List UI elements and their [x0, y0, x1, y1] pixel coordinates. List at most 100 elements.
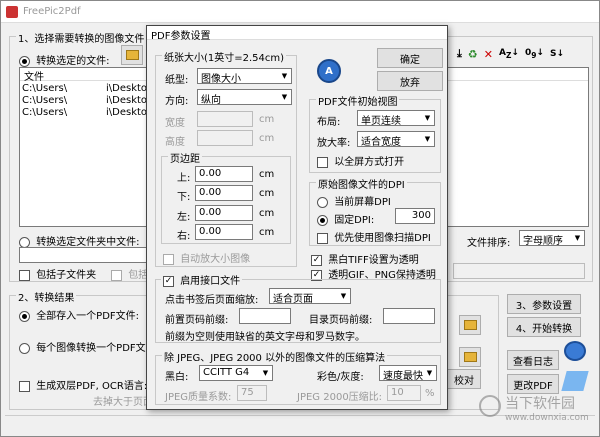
view-log-button[interactable]: 查看日志 — [507, 350, 559, 370]
proof-button[interactable]: 校对 — [447, 369, 481, 389]
height-input[interactable] — [197, 130, 253, 146]
folder-path-input[interactable] — [19, 247, 149, 263]
folder-open-icon — [125, 50, 139, 60]
sort-label: 文件排序: — [467, 238, 511, 249]
start-button[interactable]: 4、开始转换 — [507, 317, 581, 337]
interface-enable-box[interactable]: ✓ — [163, 275, 174, 287]
height-unit: cm — [259, 133, 275, 144]
tiff-transparent-box[interactable]: ✓ — [311, 254, 322, 266]
dpi-prefer-scan-box[interactable] — [317, 232, 328, 244]
bw-select-value: CCITT G4 — [203, 367, 250, 378]
margin-bottom-label: 下: — [177, 192, 191, 203]
open-files-button[interactable] — [121, 45, 143, 65]
margin-top-label: 上: — [177, 173, 191, 184]
list-item[interactable]: C:\Users\ — [22, 95, 67, 106]
orient-select-value: 纵向 — [201, 95, 221, 105]
params-button[interactable]: 3、参数设置 — [507, 294, 581, 314]
margin-top-input[interactable]: 0.00 — [195, 166, 253, 182]
chevron-down-icon: ▼ — [421, 111, 434, 125]
ok-button[interactable]: 确定 — [377, 48, 443, 68]
chk-subfolders-box[interactable] — [19, 269, 30, 281]
dpi-value-input[interactable]: 300 — [395, 208, 435, 224]
sort-size-icon[interactable]: S↓ — [550, 49, 564, 59]
auto-enlarge-checkbox[interactable]: 自动放大小图像 — [163, 250, 250, 265]
radio-all-one-dot[interactable] — [19, 310, 30, 322]
margin-left-unit: cm — [259, 208, 275, 219]
dpi-current-radio[interactable]: 当前屏幕DPI — [317, 193, 391, 208]
chk-ocr-box[interactable] — [19, 380, 30, 392]
dpi-current-dot[interactable] — [317, 196, 328, 208]
radio-selected-files[interactable]: 转换选定的文件: — [19, 52, 110, 67]
bw-select[interactable]: CCITT G4 ▼ — [199, 365, 273, 381]
cancel-button[interactable]: 放弃 — [377, 71, 443, 91]
list-item-suffix: i\Deskto — [106, 83, 148, 94]
orient-select[interactable]: 纵向 ▼ — [197, 89, 292, 105]
radio-each-one-dot[interactable] — [19, 342, 30, 354]
margin-left-input[interactable]: 0.00 — [195, 205, 253, 221]
main-titlebar: FreePic2Pdf — [1, 1, 599, 23]
layout-select[interactable]: 单页连续 ▼ — [357, 110, 435, 126]
chk-other-box[interactable] — [111, 269, 122, 281]
interface-enable-checkbox[interactable]: ✓ 启用接口文件 — [161, 272, 243, 287]
chk-other[interactable]: 包括 — [111, 266, 148, 281]
margin-bottom-input[interactable]: 0.00 — [195, 185, 253, 201]
output-folder-button-1[interactable] — [459, 315, 481, 335]
auto-enlarge-box[interactable] — [163, 253, 174, 265]
jpeg-quality-input[interactable]: 75 — [237, 385, 267, 401]
filter-input[interactable] — [453, 263, 585, 279]
remove-icon[interactable]: ✕ — [484, 48, 493, 61]
list-item[interactable]: C:\Users\ — [22, 107, 67, 118]
file-col-header[interactable]: 文件 — [24, 68, 44, 83]
pdf-params-dialog: PDF参数设置 纸张大小(1英寸=2.54cm) 纸型: 图像大小 ▼ 方向: … — [146, 25, 448, 410]
radio-folder-dot[interactable] — [19, 236, 30, 248]
bookmark-zoom-label: 点击书签后页面缩放: — [165, 295, 259, 306]
radio-folder[interactable]: 转换选定文件夹中文件: — [19, 233, 140, 248]
chk-subfolders[interactable]: 包括子文件夹 — [19, 266, 96, 281]
jpeg2000-input[interactable]: 10 — [387, 385, 421, 401]
fullscreen-label: 以全屏方式打开 — [334, 157, 405, 168]
color-select[interactable]: 速度最快 ▼ — [379, 365, 437, 381]
chevron-down-icon: ▼ — [421, 132, 434, 146]
prefix-toc-input[interactable] — [383, 308, 435, 324]
chk-ocr[interactable]: 生成双层PDF, OCR语言: — [19, 377, 147, 392]
margin-left-label: 左: — [177, 212, 191, 223]
color-select-value: 速度最快 — [383, 371, 423, 381]
tiff-transparent-checkbox[interactable]: ✓ 黑白TIFF设置为透明 — [311, 251, 419, 266]
height-label: 高度 — [165, 137, 185, 148]
bookmark-zoom-select[interactable]: 适合页面 ▼ — [269, 288, 351, 304]
dpi-fixed-radio[interactable]: 固定DPI: — [317, 211, 374, 226]
width-input[interactable] — [197, 111, 253, 127]
view-group-title: PDF文件初始视图 — [316, 93, 400, 108]
app-title: FreePic2Pdf — [23, 6, 81, 17]
prefix-front-input[interactable] — [239, 308, 291, 324]
zoom-select[interactable]: 适合宽度 ▼ — [357, 131, 435, 147]
radio-selected-files-dot[interactable] — [19, 55, 30, 67]
chevron-down-icon: ▼ — [278, 69, 291, 83]
dpi-fixed-dot[interactable] — [317, 214, 328, 226]
prefix-front-label: 前置页码前缀: — [165, 315, 229, 326]
output-folder-button-2[interactable] — [459, 347, 481, 367]
paper-select[interactable]: 图像大小 ▼ — [197, 68, 292, 84]
tiff-transparent-label: 黑白TIFF设置为透明 — [328, 255, 419, 266]
fullscreen-box[interactable] — [317, 156, 328, 168]
margin-right-input[interactable]: 0.00 — [195, 224, 253, 240]
sort-az-icon[interactable]: AZ↓ — [499, 48, 519, 60]
dpi-prefer-scan-checkbox[interactable]: 优先使用图像扫描DPI — [317, 229, 431, 244]
edit-pdf-icon — [561, 371, 589, 391]
delete-icon[interactable]: ♻ — [468, 48, 478, 61]
radio-each-one[interactable]: 每个图像转换一个PDF文件 — [19, 339, 156, 354]
zoom-label: 放大率: — [317, 138, 351, 149]
interface-enable-label: 启用接口文件 — [180, 276, 241, 287]
chevron-down-icon: ▼ — [423, 366, 436, 380]
radio-all-one-label: 全部存入一个PDF文件: — [36, 311, 140, 322]
width-unit: cm — [259, 114, 275, 125]
download-icon[interactable]: ⤓ — [457, 47, 462, 61]
list-item[interactable]: C:\Users\ — [22, 83, 67, 94]
sort-09-icon[interactable]: 09↓ — [525, 48, 544, 60]
fullscreen-checkbox[interactable]: 以全屏方式打开 — [317, 153, 404, 168]
radio-all-one[interactable]: 全部存入一个PDF文件: — [19, 307, 139, 322]
folder-open-icon — [463, 352, 477, 362]
radio-selected-files-label: 转换选定的文件: — [36, 56, 110, 67]
width-label: 宽度 — [165, 118, 185, 129]
sort-select[interactable]: 字母顺序 ▼ — [519, 230, 585, 246]
